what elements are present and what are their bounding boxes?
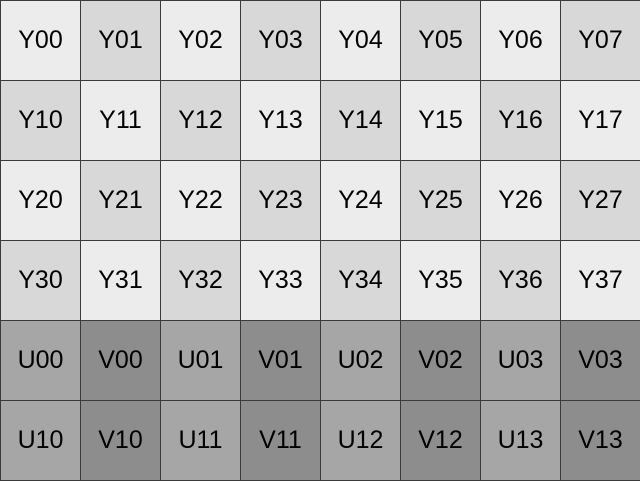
grid-cell: V10	[80, 400, 161, 481]
grid-cell: Y26	[480, 160, 561, 241]
grid-cell: V01	[240, 320, 321, 401]
grid-cell: U02	[320, 320, 401, 401]
grid-cell: Y04	[320, 0, 401, 81]
grid-cell: U11	[160, 400, 241, 481]
grid-cell: V00	[80, 320, 161, 401]
grid-cell: V12	[400, 400, 481, 481]
grid-cell: Y23	[240, 160, 321, 241]
grid-cell: U12	[320, 400, 401, 481]
yuv-layout-grid: Y00 Y01 Y02 Y03 Y04 Y05 Y06 Y07 Y10 Y11 Y12 Y13 Y14 Y…	[0, 0, 640, 481]
grid-cell: Y30	[0, 240, 81, 321]
grid-cell: V13	[560, 400, 640, 481]
grid-cell: Y03	[240, 0, 321, 81]
grid-cell: Y21	[80, 160, 161, 241]
grid-cell: U03	[480, 320, 561, 401]
grid-cell: Y36	[480, 240, 561, 321]
grid-cell: Y10	[0, 80, 81, 161]
grid-cell: V11	[240, 400, 321, 481]
grid-cell: Y17	[560, 80, 640, 161]
grid-cell: U13	[480, 400, 561, 481]
grid-cell: V03	[560, 320, 640, 401]
grid-cell: Y12	[160, 80, 241, 161]
grid-cell: Y15	[400, 80, 481, 161]
grid-cell: Y20	[0, 160, 81, 241]
grid-cell: Y07	[560, 0, 640, 81]
grid-cell: Y11	[80, 80, 161, 161]
grid-cell: Y33	[240, 240, 321, 321]
grid-cell: Y31	[80, 240, 161, 321]
grid-cell: Y13	[240, 80, 321, 161]
grid-cell: Y02	[160, 0, 241, 81]
grid-cell: Y14	[320, 80, 401, 161]
grid-cell: Y27	[560, 160, 640, 241]
grid-cell: U10	[0, 400, 81, 481]
grid-cell: Y25	[400, 160, 481, 241]
grid-cell: Y16	[480, 80, 561, 161]
grid-cell: V02	[400, 320, 481, 401]
grid-cell: Y24	[320, 160, 401, 241]
grid-cell: Y22	[160, 160, 241, 241]
grid-cell: U01	[160, 320, 241, 401]
grid-cell: Y35	[400, 240, 481, 321]
grid-cell: Y01	[80, 0, 161, 81]
grid-cell: Y37	[560, 240, 640, 321]
grid-cell: Y34	[320, 240, 401, 321]
grid-cell: Y00	[0, 0, 81, 81]
grid-cell: Y32	[160, 240, 241, 321]
grid-cell: U00	[0, 320, 81, 401]
grid-cell: Y06	[480, 0, 561, 81]
grid-cell: Y05	[400, 0, 481, 81]
